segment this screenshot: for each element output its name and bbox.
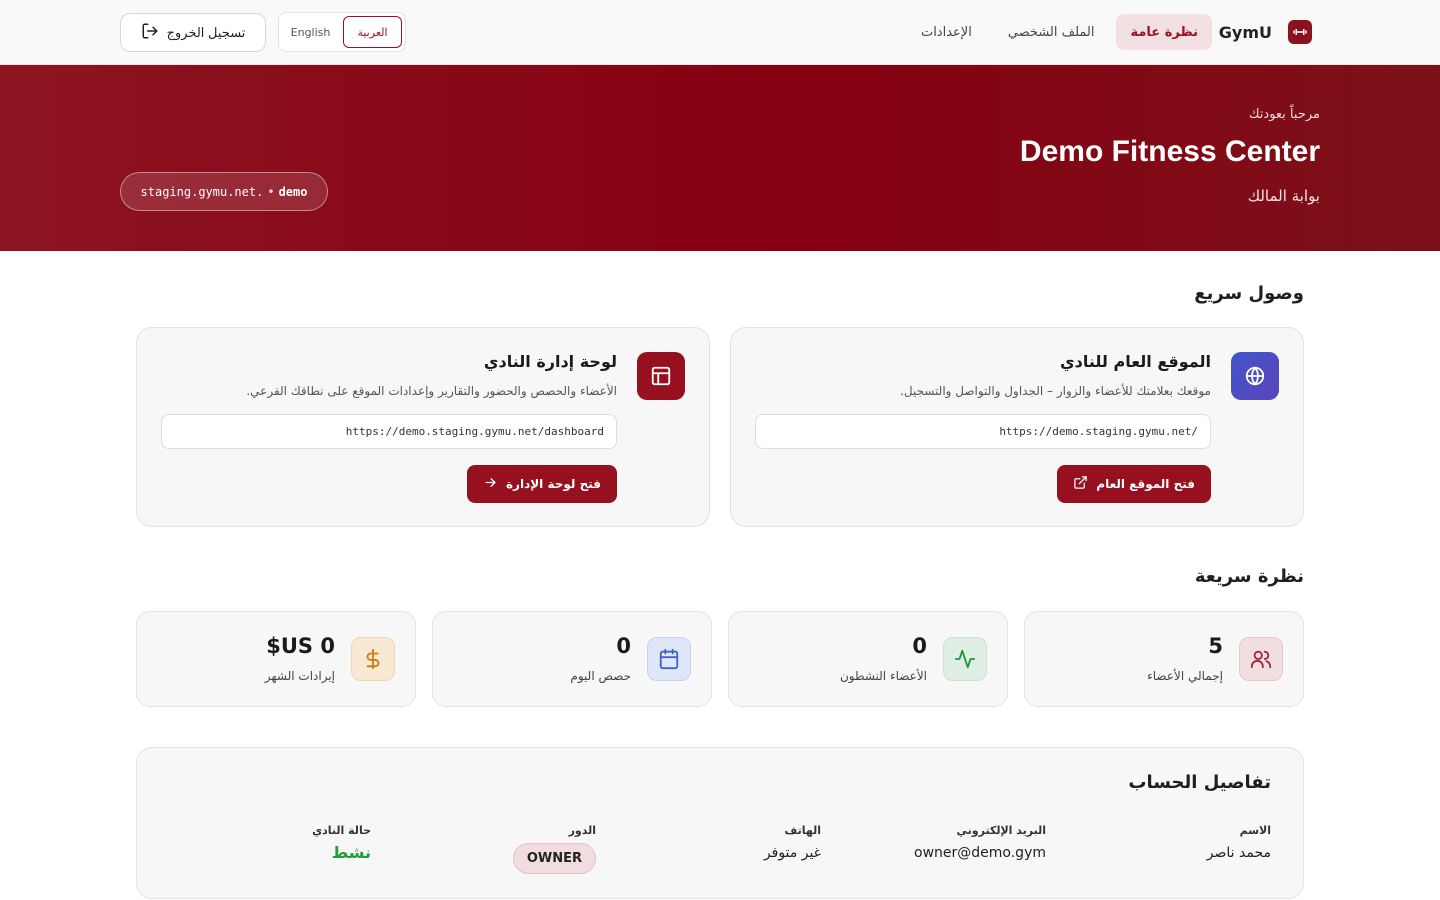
account-role-field: الدور OWNER bbox=[396, 824, 596, 874]
account-email-value: owner@demo.gym bbox=[914, 845, 1046, 861]
stat-active-members: 0 الأعضاء النشطون bbox=[728, 611, 1008, 707]
logout-icon bbox=[141, 22, 159, 43]
logout-button[interactable]: تسجيل الخروج bbox=[120, 13, 266, 52]
dashboard-url[interactable]: https://demo.staging.gymu.net/dashboard bbox=[161, 414, 617, 449]
stat-total-members: 5 إجمالي الأعضاء bbox=[1024, 611, 1304, 707]
public-site-url-text: https://demo.staging.gymu.net/ bbox=[999, 425, 1198, 438]
portal-label: بوابة المالك bbox=[1247, 187, 1320, 205]
quick-access-title: وصول سريع bbox=[1194, 283, 1304, 304]
account-phone-value: غير متوفر bbox=[763, 845, 821, 861]
account-details-title: تفاصيل الحساب bbox=[1128, 772, 1271, 793]
stat-monthly-revenue: 0 US$ إيرادات الشهر bbox=[136, 611, 416, 707]
arrow-right-icon bbox=[483, 475, 498, 493]
lang-arabic-button[interactable]: العربية bbox=[343, 16, 402, 48]
globe-icon bbox=[1231, 352, 1279, 400]
domain-suffix: staging.gymu.net. bbox=[140, 184, 264, 199]
stat-total-members-value: 5 bbox=[1208, 634, 1223, 658]
calendar-icon bbox=[647, 637, 691, 681]
stat-total-members-label: إجمالي الأعضاء bbox=[1147, 669, 1223, 683]
account-phone-label: الهاتف bbox=[784, 824, 821, 837]
hero-banner: مرحباً بعودتك Demo Fitness Center بوابة … bbox=[0, 65, 1440, 251]
stat-active-members-label: الأعضاء النشطون bbox=[839, 669, 927, 683]
top-navigation: GymU نظرة عامة الملف الشخصي الإعدادات ال… bbox=[0, 0, 1440, 65]
stat-classes-today-value: 0 bbox=[616, 634, 631, 658]
stat-classes-today-label: حصص اليوم bbox=[570, 669, 631, 683]
open-public-site-button[interactable]: فتح الموقع العام bbox=[1057, 465, 1211, 503]
domain-pill: staging.gymu.net. • demo bbox=[120, 172, 328, 211]
role-badge: OWNER bbox=[512, 843, 596, 874]
stat-classes-today: 0 حصص اليوم bbox=[432, 611, 712, 707]
account-phone-field: الهاتف غير متوفر bbox=[621, 824, 821, 861]
open-public-site-label: فتح الموقع العام bbox=[1096, 477, 1195, 491]
club-name: Demo Fitness Center bbox=[1019, 135, 1320, 168]
dashboard-title: لوحة إدارة النادي bbox=[483, 352, 617, 371]
nav-link-profile[interactable]: الملف الشخصي bbox=[994, 14, 1109, 50]
account-email-label: البريد الإلكتروني bbox=[956, 824, 1046, 837]
language-switcher: العربية English bbox=[278, 12, 406, 52]
stat-monthly-revenue-label: إيرادات الشهر bbox=[264, 669, 335, 683]
account-details-card: تفاصيل الحساب الاسم محمد ناصر البريد الإ… bbox=[136, 747, 1304, 899]
public-site-title: الموقع العام للنادي bbox=[1059, 352, 1211, 371]
public-site-card: الموقع العام للنادي موقعك بعلامتك للأعضا… bbox=[730, 327, 1304, 527]
lang-english-button[interactable]: English bbox=[282, 16, 339, 48]
public-site-url[interactable]: https://demo.staging.gymu.net/ bbox=[755, 414, 1211, 449]
brand[interactable]: GymU bbox=[1219, 18, 1312, 46]
domain-dot: • bbox=[267, 184, 275, 199]
gymu-logo-icon bbox=[1288, 20, 1312, 44]
club-status-label: حالة النادي bbox=[312, 824, 371, 837]
account-name-value: محمد ناصر bbox=[1206, 845, 1271, 861]
open-dashboard-label: فتح لوحة الإدارة bbox=[505, 477, 601, 491]
account-role-label: الدور bbox=[568, 824, 596, 837]
domain-prefix: demo bbox=[278, 184, 308, 199]
account-name-label: الاسم bbox=[1239, 824, 1271, 837]
overview-title: نظرة سريعة bbox=[1194, 566, 1304, 587]
public-site-description: موقعك بعلامتك للأعضاء والزوار – الجداول … bbox=[900, 384, 1211, 398]
layout-icon bbox=[637, 352, 685, 400]
nav-link-overview[interactable]: نظرة عامة bbox=[1116, 14, 1212, 50]
account-email-field: البريد الإلكتروني owner@demo.gym bbox=[846, 824, 1046, 861]
external-link-icon bbox=[1073, 475, 1088, 493]
stat-active-members-value: 0 bbox=[912, 634, 927, 658]
open-dashboard-button[interactable]: فتح لوحة الإدارة bbox=[466, 465, 617, 503]
stat-monthly-revenue-value: 0 US$ bbox=[266, 634, 335, 658]
users-icon bbox=[1239, 637, 1283, 681]
dashboard-description: الأعضاء والحصص والحضور والتقارير وإعدادا… bbox=[246, 384, 617, 398]
activity-icon bbox=[943, 637, 987, 681]
nav-link-settings[interactable]: الإعدادات bbox=[907, 14, 986, 50]
dashboard-url-text: https://demo.staging.gymu.net/dashboard bbox=[345, 425, 604, 438]
main-nav: نظرة عامة الملف الشخصي الإعدادات bbox=[907, 14, 1212, 50]
logout-label: تسجيل الخروج bbox=[166, 24, 246, 40]
brand-name: GymU bbox=[1218, 22, 1272, 42]
account-name-field: الاسم محمد ناصر bbox=[1071, 824, 1271, 861]
welcome-text: مرحباً بعودتك bbox=[1248, 107, 1320, 122]
club-status-badge: نشط bbox=[331, 843, 371, 862]
club-status-field: حالة النادي نشط bbox=[171, 824, 371, 862]
dollar-icon bbox=[351, 637, 395, 681]
dashboard-card: لوحة إدارة النادي الأعضاء والحصص والحضور… bbox=[136, 327, 710, 527]
